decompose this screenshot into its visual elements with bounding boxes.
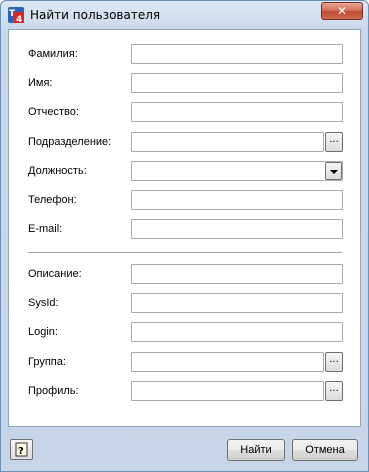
position-select[interactable] bbox=[131, 161, 343, 181]
cancel-button[interactable]: Отмена bbox=[292, 439, 358, 461]
group-browse-button[interactable]: ... bbox=[325, 352, 343, 372]
login-input[interactable] bbox=[131, 322, 343, 342]
department-label: Подразделение: bbox=[28, 136, 112, 148]
first-name-label: Имя: bbox=[28, 77, 53, 89]
dialog-button-bar: ? Найти Отмена bbox=[1, 427, 368, 471]
svg-text:?: ? bbox=[18, 446, 24, 457]
form-row-first-name: Имя: bbox=[9, 73, 360, 93]
help-button[interactable]: ? bbox=[10, 439, 33, 460]
form-row-email: E-mail: bbox=[9, 219, 360, 239]
window-title: Найти пользователя bbox=[30, 8, 161, 22]
profile-label: Профиль: bbox=[28, 385, 79, 397]
chevron-down-icon[interactable] bbox=[325, 162, 342, 180]
form-row-department: Подразделение: ... bbox=[9, 132, 360, 152]
group-label: Группа: bbox=[28, 356, 66, 368]
form-row-phone: Телефон: bbox=[9, 190, 360, 210]
form-row-login: Login: bbox=[9, 322, 360, 342]
svg-text:T: T bbox=[9, 9, 16, 19]
app-icon: T 4 bbox=[8, 7, 24, 23]
phone-input[interactable] bbox=[131, 190, 343, 210]
last-name-label: Фамилия: bbox=[28, 48, 78, 60]
department-browse-button[interactable]: ... bbox=[325, 132, 343, 152]
find-user-dialog: T 4 Найти пользователя ✕ Фамилия: Имя: О… bbox=[0, 0, 369, 472]
profile-browse-button[interactable]: ... bbox=[325, 381, 343, 401]
close-icon: ✕ bbox=[336, 4, 348, 18]
middle-name-label: Отчество: bbox=[28, 106, 79, 118]
form-panel: Фамилия: Имя: Отчество: Подразделение: .… bbox=[8, 29, 361, 427]
first-name-input[interactable] bbox=[131, 73, 343, 93]
profile-input[interactable] bbox=[131, 381, 324, 401]
phone-label: Телефон: bbox=[28, 194, 77, 206]
form-row-last-name: Фамилия: bbox=[9, 44, 360, 64]
login-label: Login: bbox=[28, 326, 58, 338]
position-label: Должность: bbox=[28, 165, 87, 177]
close-button[interactable]: ✕ bbox=[321, 2, 363, 20]
last-name-input[interactable] bbox=[131, 44, 343, 64]
description-input[interactable] bbox=[131, 264, 343, 284]
svg-text:4: 4 bbox=[16, 15, 22, 23]
form-row-position: Должность: bbox=[9, 161, 360, 181]
find-button[interactable]: Найти bbox=[227, 439, 285, 461]
middle-name-input[interactable] bbox=[131, 102, 343, 122]
form-row-profile: Профиль: ... bbox=[9, 381, 360, 401]
section-divider bbox=[28, 252, 342, 254]
title-bar[interactable]: T 4 Найти пользователя ✕ bbox=[1, 1, 368, 29]
group-input[interactable] bbox=[131, 352, 324, 372]
form-row-group: Группа: ... bbox=[9, 352, 360, 372]
department-input[interactable] bbox=[131, 132, 324, 152]
email-input[interactable] bbox=[131, 219, 343, 239]
form-row-sysid: SysId: bbox=[9, 293, 360, 313]
description-label: Описание: bbox=[28, 268, 82, 280]
form-row-middle-name: Отчество: bbox=[9, 102, 360, 122]
help-icon: ? bbox=[15, 442, 28, 457]
sysid-label: SysId: bbox=[28, 297, 59, 309]
sysid-input[interactable] bbox=[131, 293, 343, 313]
email-label: E-mail: bbox=[28, 223, 63, 235]
form-row-description: Описание: bbox=[9, 264, 360, 284]
